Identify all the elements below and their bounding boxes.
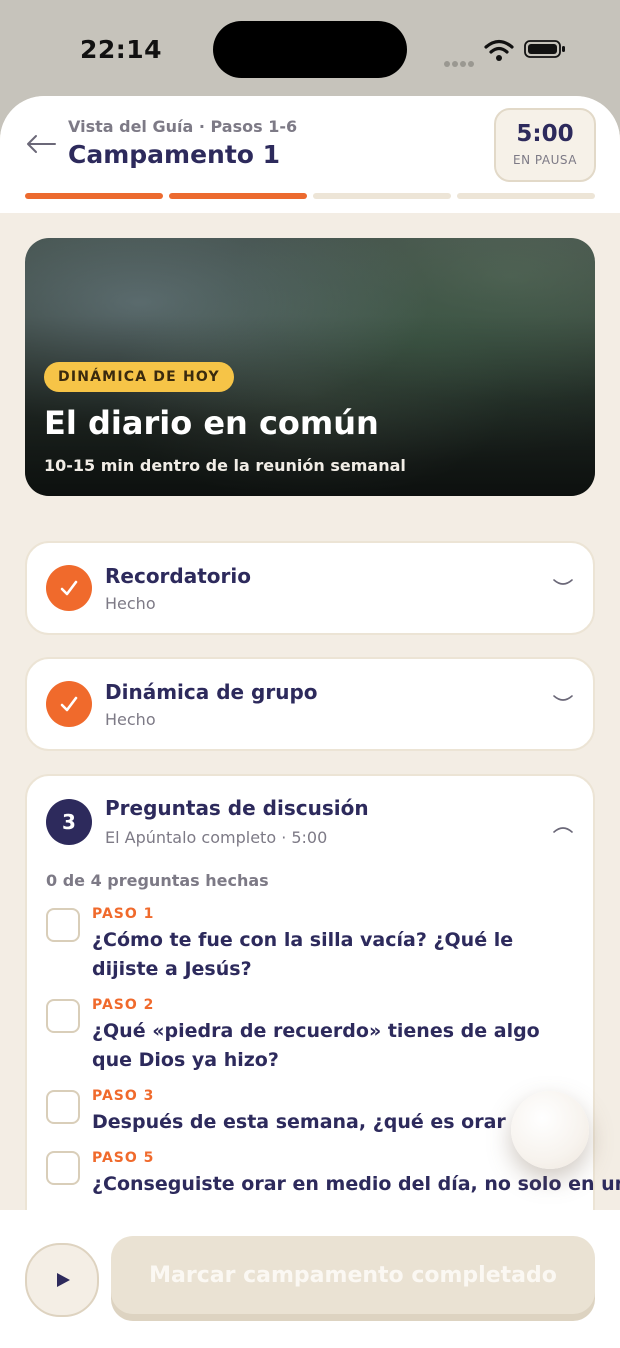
header: Vista del Guía · Pasos 1-6 Campamento 1 … <box>0 96 620 213</box>
question-checkbox[interactable] <box>46 999 80 1033</box>
floating-action-button[interactable] <box>511 1091 589 1169</box>
hero-card[interactable]: DINÁMICA DE HOY El diario en común 10-15… <box>25 238 595 496</box>
signal-icon <box>444 52 476 67</box>
check-icon <box>46 565 92 611</box>
section-status: Hecho <box>105 710 156 729</box>
battery-icon <box>524 40 565 58</box>
app-screen: Vista del Guía · Pasos 1-6 Campamento 1 … <box>0 96 620 1348</box>
question-step: PASO 2 <box>92 997 155 1013</box>
timer-status: EN PAUSA <box>513 153 577 167</box>
back-arrow-icon[interactable] <box>24 132 58 156</box>
play-button[interactable] <box>25 1243 99 1317</box>
dynamic-island <box>213 21 407 78</box>
step-progress <box>25 193 595 199</box>
chevron-down-icon[interactable] <box>553 693 573 705</box>
hero-badge: DINÁMICA DE HOY <box>44 362 234 392</box>
bottom-bar: Marcar campamento completado <box>0 1210 620 1348</box>
question-step: PASO 3 <box>92 1088 155 1104</box>
status-bar: 22:14 <box>0 0 620 100</box>
progress-segment <box>169 193 307 199</box>
question-step: PASO 1 <box>92 906 155 922</box>
question-checkbox[interactable] <box>46 1151 80 1185</box>
question-text: Después de esta semana, ¿qué es orar par… <box>92 1111 584 1133</box>
section-dinamica-de-grupo[interactable]: Dinámica de grupo Hecho <box>25 657 595 751</box>
section-title: Recordatorio <box>105 564 251 588</box>
questions-progress: 0 de 4 preguntas hechas <box>46 871 269 890</box>
check-icon <box>46 681 92 727</box>
hero-title: El diario en común <box>44 404 379 442</box>
progress-segment <box>25 193 163 199</box>
mark-complete-button[interactable]: Marcar campamento completado <box>111 1236 595 1314</box>
progress-segment <box>457 193 595 199</box>
section-status: Hecho <box>105 594 156 613</box>
question-text: ¿Qué «piedra de recuerdo» tienes de algo… <box>92 1020 540 1071</box>
section-recordatorio[interactable]: Recordatorio Hecho <box>25 541 595 635</box>
question-step: PASO 5 <box>92 1150 155 1166</box>
question-text: ¿Conseguiste orar en medio del día, no s… <box>92 1173 620 1195</box>
hero-subtitle: 10-15 min dentro de la reunión semanal <box>44 456 406 475</box>
timer-value: 5:00 <box>516 121 574 147</box>
question-checkbox[interactable] <box>46 908 80 942</box>
section-title: Preguntas de discusión <box>105 796 369 820</box>
page-title: Campamento 1 <box>68 140 281 169</box>
step-number-badge: 3 <box>46 799 92 845</box>
question-checkbox[interactable] <box>46 1090 80 1124</box>
header-subtitle: Vista del Guía · Pasos 1-6 <box>68 117 298 136</box>
wifi-icon <box>484 39 514 61</box>
chevron-down-icon[interactable] <box>553 577 573 589</box>
section-meta: El Apúntalo completo · 5:00 <box>105 828 328 847</box>
timer-button[interactable]: 5:00 EN PAUSA <box>494 108 596 182</box>
play-icon <box>57 1273 70 1287</box>
status-time: 22:14 <box>80 35 163 64</box>
chevron-up-icon[interactable] <box>553 822 573 834</box>
section-title: Dinámica de grupo <box>105 680 318 704</box>
progress-segment <box>313 193 451 199</box>
question-text: ¿Cómo te fue con la silla vacía? ¿Qué le… <box>92 929 514 980</box>
